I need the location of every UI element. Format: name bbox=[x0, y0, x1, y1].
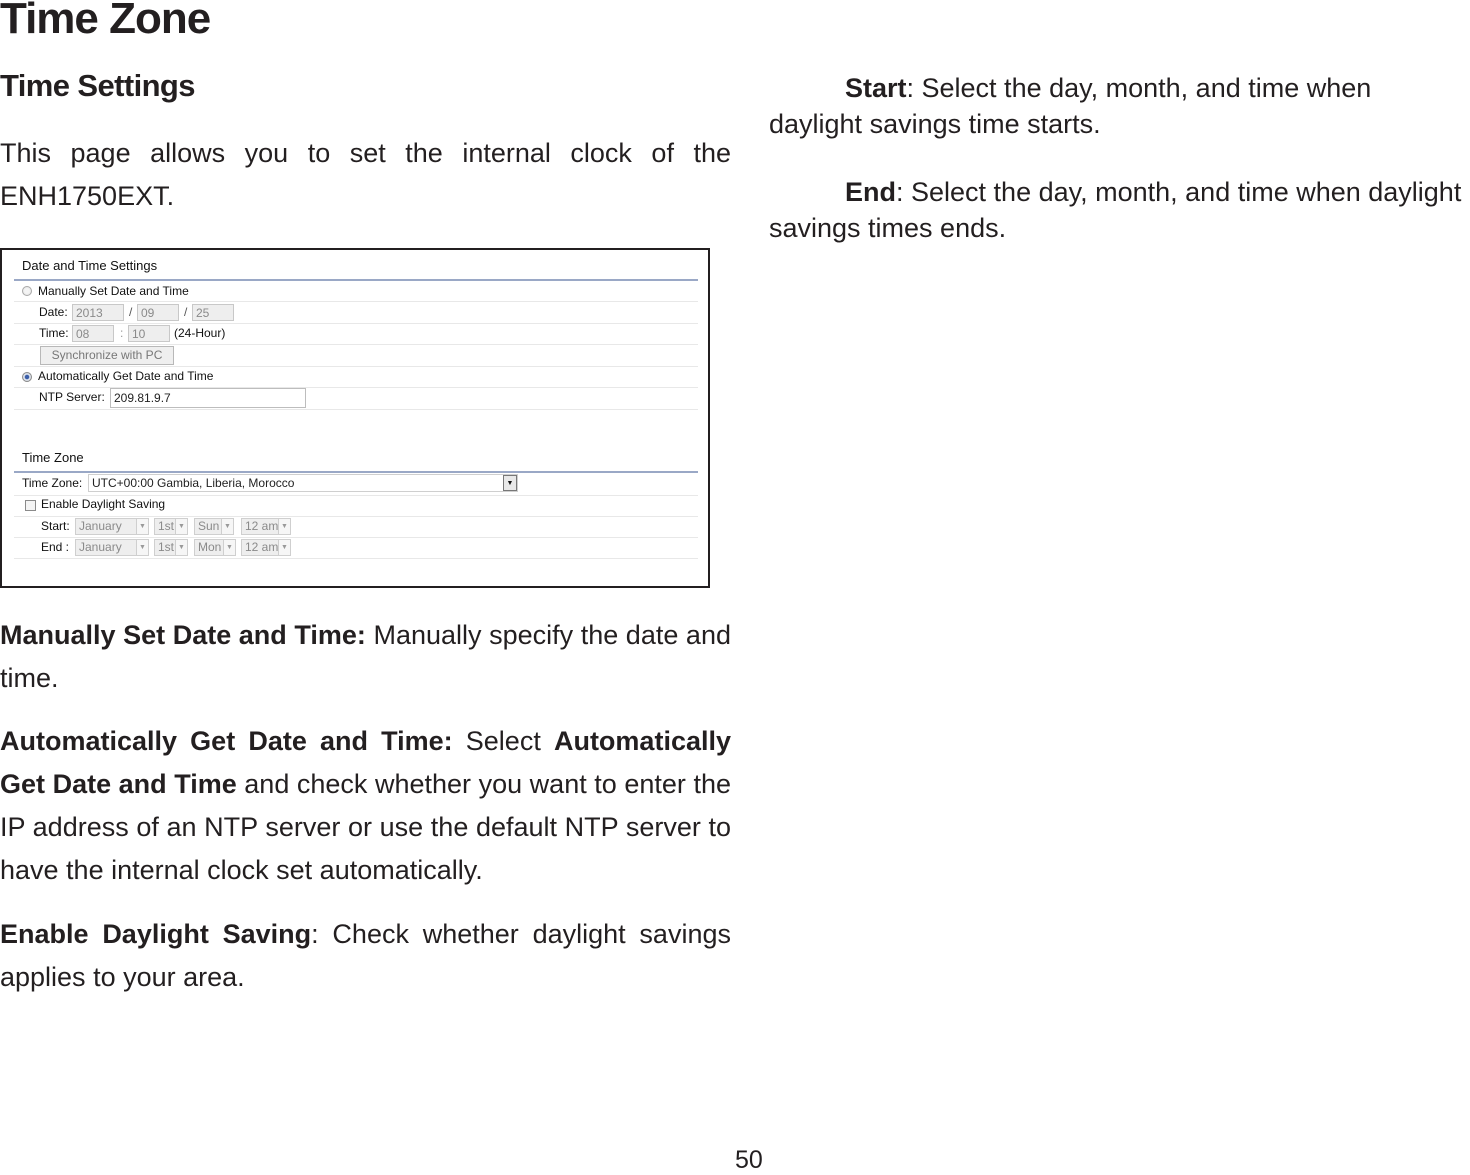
manual-description: Manually Set Date and Time: Manually spe… bbox=[0, 614, 731, 700]
chevron-down-icon: ▼ bbox=[223, 540, 235, 555]
start-hour-select[interactable]: 12 am ▼ bbox=[241, 518, 291, 535]
end-day-value: Mon bbox=[198, 540, 222, 554]
row-divider bbox=[14, 409, 698, 410]
auto-term: Automatically Get Date and Time: bbox=[0, 726, 453, 756]
time-zone-value: UTC+00:00 Gambia, Liberia, Morocco bbox=[92, 476, 295, 490]
row-divider bbox=[14, 537, 698, 538]
daylight-description: Enable Daylight Saving: Check whether da… bbox=[0, 913, 731, 999]
manual-radio[interactable] bbox=[22, 286, 32, 296]
end-month-value: January bbox=[79, 540, 122, 554]
start-day-value: Sun bbox=[198, 519, 220, 533]
start-day-select[interactable]: Sun ▼ bbox=[194, 518, 234, 535]
chevron-down-icon: ▼ bbox=[175, 540, 187, 555]
chevron-down-icon: ▼ bbox=[136, 540, 148, 555]
start-week-select[interactable]: 1st ▼ bbox=[154, 518, 188, 535]
auto-description: Automatically Get Date and Time: Select … bbox=[0, 720, 731, 892]
date-month-field[interactable]: 09 bbox=[137, 304, 179, 321]
daylight-term: Enable Daylight Saving bbox=[0, 919, 312, 949]
intro-paragraph: This page allows you to set the internal… bbox=[0, 138, 731, 211]
chevron-down-icon: ▼ bbox=[278, 519, 290, 534]
end-hour-value: 12 am bbox=[245, 540, 279, 554]
page-title: Time Zone bbox=[0, 0, 211, 43]
start-description: Start: Select the day, month, and time w… bbox=[769, 70, 1469, 142]
auto-option-label: Automatically Get Date and Time bbox=[38, 369, 214, 383]
end-description: End: Select the day, month, and time whe… bbox=[769, 174, 1469, 246]
daylight-saving-checkbox[interactable] bbox=[25, 500, 36, 511]
chevron-down-icon: ▼ bbox=[136, 519, 148, 534]
start-month-value: January bbox=[79, 519, 122, 533]
chevron-down-icon: ▼ bbox=[175, 519, 187, 534]
date-day-field[interactable]: 25 bbox=[192, 304, 234, 321]
time-zone-header: Time Zone bbox=[22, 450, 84, 465]
time-separator: : bbox=[120, 326, 124, 340]
date-separator: / bbox=[184, 305, 188, 319]
chevron-down-icon: ▼ bbox=[278, 540, 290, 555]
date-year-field[interactable]: 2013 bbox=[72, 304, 124, 321]
dropdown-arrow-icon[interactable]: ▼ bbox=[503, 475, 517, 491]
time-hour-field[interactable]: 08 bbox=[72, 325, 114, 342]
auto-text-before: Select bbox=[452, 726, 554, 756]
date-separator: / bbox=[129, 305, 133, 319]
end-week-value: 1st bbox=[158, 540, 175, 554]
row-divider bbox=[14, 301, 698, 302]
row-divider bbox=[14, 516, 698, 517]
start-week-value: 1st bbox=[158, 519, 175, 533]
row-divider bbox=[14, 344, 698, 345]
synchronize-with-pc-button[interactable]: Synchronize with PC bbox=[40, 346, 174, 365]
date-time-settings-header: Date and Time Settings bbox=[22, 258, 158, 273]
end-day-select[interactable]: Mon ▼ bbox=[194, 539, 236, 556]
end-label: End : bbox=[41, 540, 70, 554]
header-divider bbox=[14, 471, 698, 473]
time-minute-field[interactable]: 10 bbox=[128, 325, 170, 342]
ntp-server-input[interactable]: 209.81.9.7 bbox=[110, 388, 306, 408]
end-hour-select[interactable]: 12 am ▼ bbox=[241, 539, 291, 556]
end-week-select[interactable]: 1st ▼ bbox=[154, 539, 188, 556]
time-format-label: (24-Hour) bbox=[174, 326, 226, 340]
manual-term: Manually Set Date and Time: bbox=[0, 620, 366, 650]
row-divider bbox=[14, 558, 698, 559]
end-month-select[interactable]: January ▼ bbox=[75, 539, 149, 556]
time-label: Time: bbox=[39, 326, 69, 340]
section-title: Time Settings bbox=[0, 68, 196, 103]
header-divider bbox=[14, 279, 698, 281]
chevron-down-icon: ▼ bbox=[221, 519, 233, 534]
start-label: Start: bbox=[41, 519, 70, 533]
manual-option-label: Manually Set Date and Time bbox=[38, 284, 189, 298]
auto-radio[interactable] bbox=[22, 372, 32, 382]
time-zone-label: Time Zone: bbox=[22, 476, 83, 490]
end-term: End bbox=[845, 177, 896, 207]
time-zone-select[interactable]: UTC+00:00 Gambia, Liberia, Morocco ▼ bbox=[88, 474, 518, 492]
date-label: Date: bbox=[39, 305, 68, 319]
start-hour-value: 12 am bbox=[245, 519, 279, 533]
row-divider bbox=[14, 366, 698, 367]
settings-screenshot: Date and Time Settings Manually Set Date… bbox=[0, 248, 710, 588]
ntp-server-label: NTP Server: bbox=[39, 390, 105, 404]
start-month-select[interactable]: January ▼ bbox=[75, 518, 149, 535]
page-number: 50 bbox=[735, 1146, 763, 1174]
row-divider bbox=[14, 323, 698, 324]
daylight-saving-label: Enable Daylight Saving bbox=[41, 497, 166, 511]
start-term: Start bbox=[845, 73, 907, 103]
